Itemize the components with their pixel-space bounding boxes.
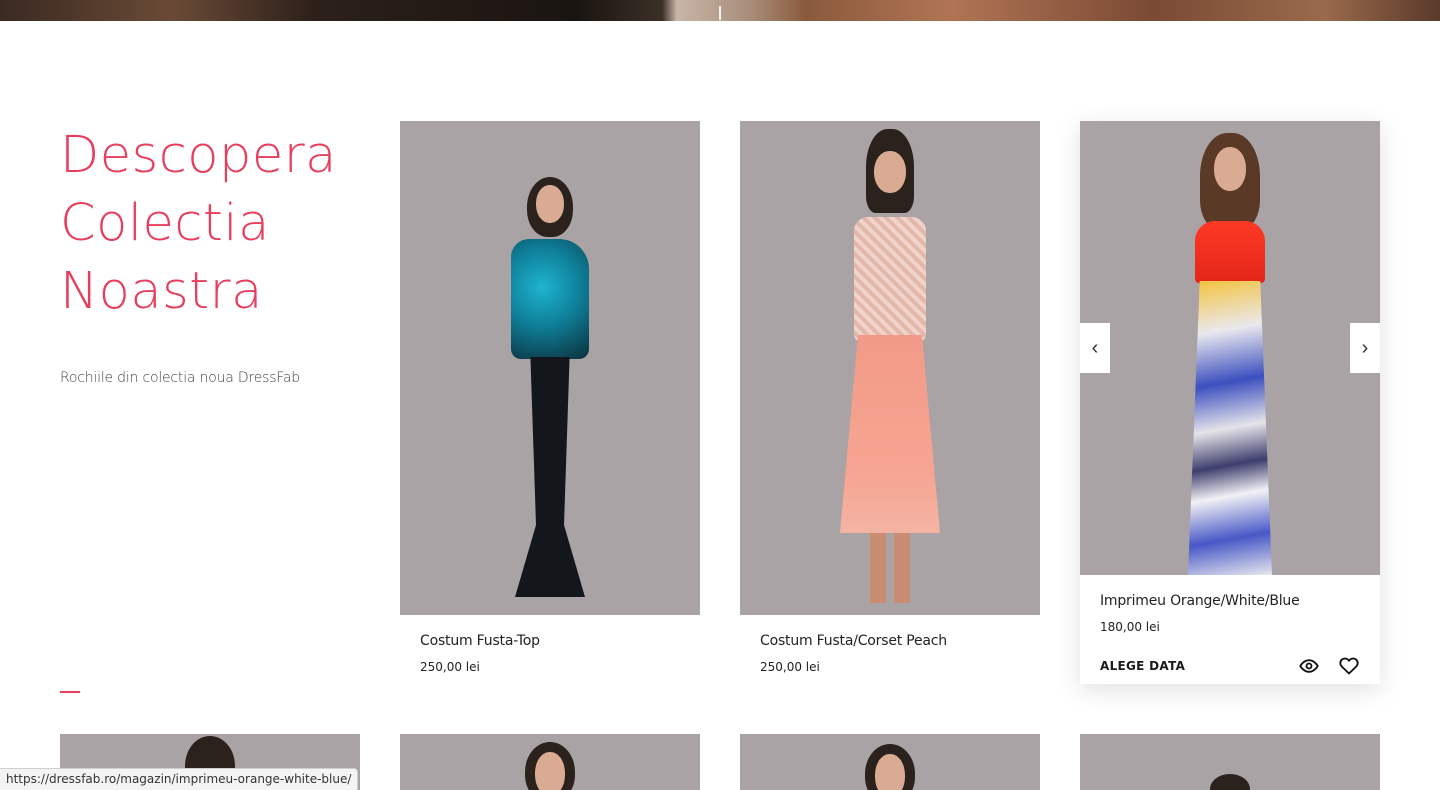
product-name[interactable]: Costum Fusta/Corset Peach <box>740 633 1040 649</box>
collection-title: Descopera Colectia Noastra <box>60 122 360 326</box>
title-line: Descopera <box>60 126 337 185</box>
model-legs <box>870 533 910 603</box>
product-image[interactable] <box>1080 734 1380 790</box>
carousel-next-button[interactable]: › <box>1350 323 1380 373</box>
model-face <box>536 185 564 223</box>
product-image[interactable] <box>400 734 700 790</box>
product-card[interactable]: Costum Fusta/Corset Peach 250,00 lei <box>740 121 1040 674</box>
top-banner-image <box>0 0 1440 21</box>
model-face <box>1214 147 1246 191</box>
product-image[interactable] <box>400 121 700 615</box>
product-image[interactable] <box>740 121 1040 615</box>
browser-status-url: https://dressfab.ro/magazin/imprimeu-ora… <box>0 768 359 790</box>
collection-subtitle: Rochiile din colectia noua DressFab <box>60 370 300 386</box>
title-line: Noastra <box>60 262 263 321</box>
product-price: 250,00 lei <box>420 660 480 674</box>
red-bodice <box>1195 221 1265 283</box>
carousel-prev-button[interactable]: ‹ <box>1080 323 1110 373</box>
collection-intro: Descopera Colectia Noastra Rochiile din … <box>60 122 360 386</box>
product-name[interactable]: Costum Fusta-Top <box>400 633 700 649</box>
product-card-hovered[interactable]: ‹ › Imprimeu Orange/White/Blue 180,00 le… <box>1080 121 1380 684</box>
product-price: 180,00 lei <box>1100 620 1160 634</box>
product-image[interactable] <box>740 734 1040 790</box>
choose-date-button[interactable]: ALEGE DATA <box>1100 659 1185 673</box>
product-name[interactable]: Imprimeu Orange/White/Blue <box>1080 593 1380 609</box>
title-line: Colectia <box>60 194 270 253</box>
model-face <box>535 752 565 790</box>
model-hair <box>1210 774 1250 790</box>
printed-gown <box>1188 281 1272 575</box>
eye-icon[interactable] <box>1298 655 1320 677</box>
product-price: 250,00 lei <box>760 660 820 674</box>
heart-icon[interactable] <box>1338 655 1360 677</box>
model-face <box>875 754 905 790</box>
peach-skirt <box>840 335 940 533</box>
banner-divider <box>719 6 721 20</box>
accent-dash <box>60 691 80 693</box>
card-icons <box>1298 655 1360 677</box>
product-image[interactable]: ‹ › <box>1080 121 1380 575</box>
sequin-top <box>511 239 589 359</box>
model-face <box>874 151 906 193</box>
lace-corset <box>854 217 926 341</box>
card-actions: ALEGE DATA <box>1080 648 1380 684</box>
product-card[interactable]: Costum Fusta-Top 250,00 lei <box>400 121 700 674</box>
mermaid-skirt <box>515 357 585 597</box>
